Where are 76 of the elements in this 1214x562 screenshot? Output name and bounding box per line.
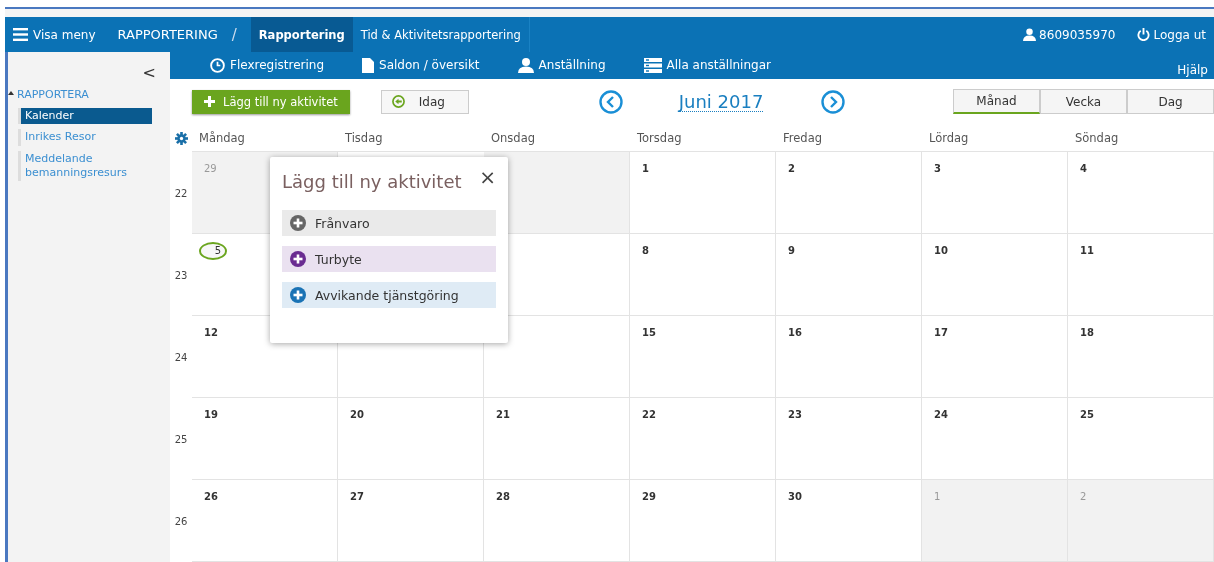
weekday-header: Måndag [199,131,245,145]
weekday-header: Torsdag [637,131,682,145]
day-number[interactable]: 21 [496,409,510,420]
power-icon [1137,28,1151,41]
weekday-header: Lördag [929,131,969,145]
collapse-button[interactable]: < [142,62,156,84]
user-icon [1023,28,1037,41]
settings-icon[interactable] [174,132,188,145]
day-number[interactable]: 30 [788,491,802,502]
day-number[interactable]: 28 [496,491,510,502]
view-tab[interactable]: Dag [1127,89,1214,115]
day-number[interactable]: 12 [204,327,218,338]
day-number[interactable]: 18 [1080,327,1094,338]
user-link[interactable]: 8609035970 [1023,17,1116,52]
view-tab[interactable]: Vecka [1040,89,1127,115]
help-link[interactable]: Hjälp [1177,62,1208,77]
breadcrumb-separator: / [231,24,237,46]
caret-icon [8,90,14,96]
day-number[interactable]: 22 [642,409,656,420]
today-button[interactable]: Idag [380,89,469,114]
week-number: 24 [174,351,188,363]
menu-button[interactable]: Visa meny [13,17,96,52]
day-number[interactable]: 27 [350,491,364,502]
plus-icon [204,96,215,108]
view-tab[interactable]: Månad [953,89,1040,115]
dialog-title: Lägg till ny aktivitet [282,171,462,192]
weekday-header: Söndag [1075,131,1119,145]
week-number: 23 [174,269,188,281]
sub-nav-link[interactable]: Flexregistrering [210,57,324,73]
clock-icon [210,57,225,73]
day-number[interactable]: 25 [1080,409,1094,420]
month-title[interactable]: Juni 2017 [678,91,764,113]
day-number[interactable]: 20 [350,409,364,420]
week-number: 22 [174,187,188,199]
day-number[interactable]: 1 [642,163,649,174]
day-number[interactable]: 3 [934,163,941,174]
sub-nav-link[interactable]: Anställning [517,57,606,73]
sub-nav-link[interactable]: Saldon / översikt [362,57,480,73]
day-number[interactable]: 2 [788,163,795,174]
sidebar-item[interactable]: Kalender [18,108,152,125]
day-number[interactable]: 5 [199,242,227,260]
day-number[interactable]: 16 [788,327,802,338]
activity-option[interactable]: Turbyte [282,246,496,272]
day-number[interactable]: 19 [204,409,218,420]
day-number[interactable]: 26 [204,491,218,502]
nav-tab[interactable]: Rapportering [250,17,353,52]
section-title: RAPPORTERING [117,26,218,44]
document-icon [362,57,374,73]
previous-month-button[interactable] [598,89,623,114]
chevron-left-icon [598,89,623,114]
weekday-header: Tisdag [345,131,383,145]
weekday-header: Onsdag [491,131,535,145]
chevron-right-icon [821,89,846,114]
logout-link[interactable]: Logga ut [1137,17,1206,52]
activity-option[interactable]: Frånvaro [282,210,496,236]
day-number[interactable]: 11 [1080,245,1094,256]
day-number[interactable]: 8 [642,245,649,256]
activity-option[interactable]: Avvikande tjänstgöring [282,282,496,308]
day-number[interactable]: 24 [934,409,948,420]
person-icon [517,57,534,73]
day-number[interactable]: 17 [934,327,948,338]
sub-nav-link[interactable]: Alla anställningar [643,57,771,73]
next-month-button[interactable] [821,89,846,114]
day-number[interactable]: 15 [642,327,656,338]
week-number: 26 [174,515,188,527]
weekday-header: Fredag [783,131,822,145]
week-number: 25 [174,433,188,445]
close-button[interactable]: × [479,167,496,187]
day-number[interactable]: 9 [788,245,795,256]
day-cell[interactable] [484,316,630,398]
day-number[interactable]: 29 [642,491,656,502]
day-number[interactable]: 4 [1080,163,1087,174]
list-icon [643,57,662,73]
day-number[interactable]: 23 [788,409,802,420]
day-number[interactable]: 10 [934,245,948,256]
menu-icon [13,28,28,41]
